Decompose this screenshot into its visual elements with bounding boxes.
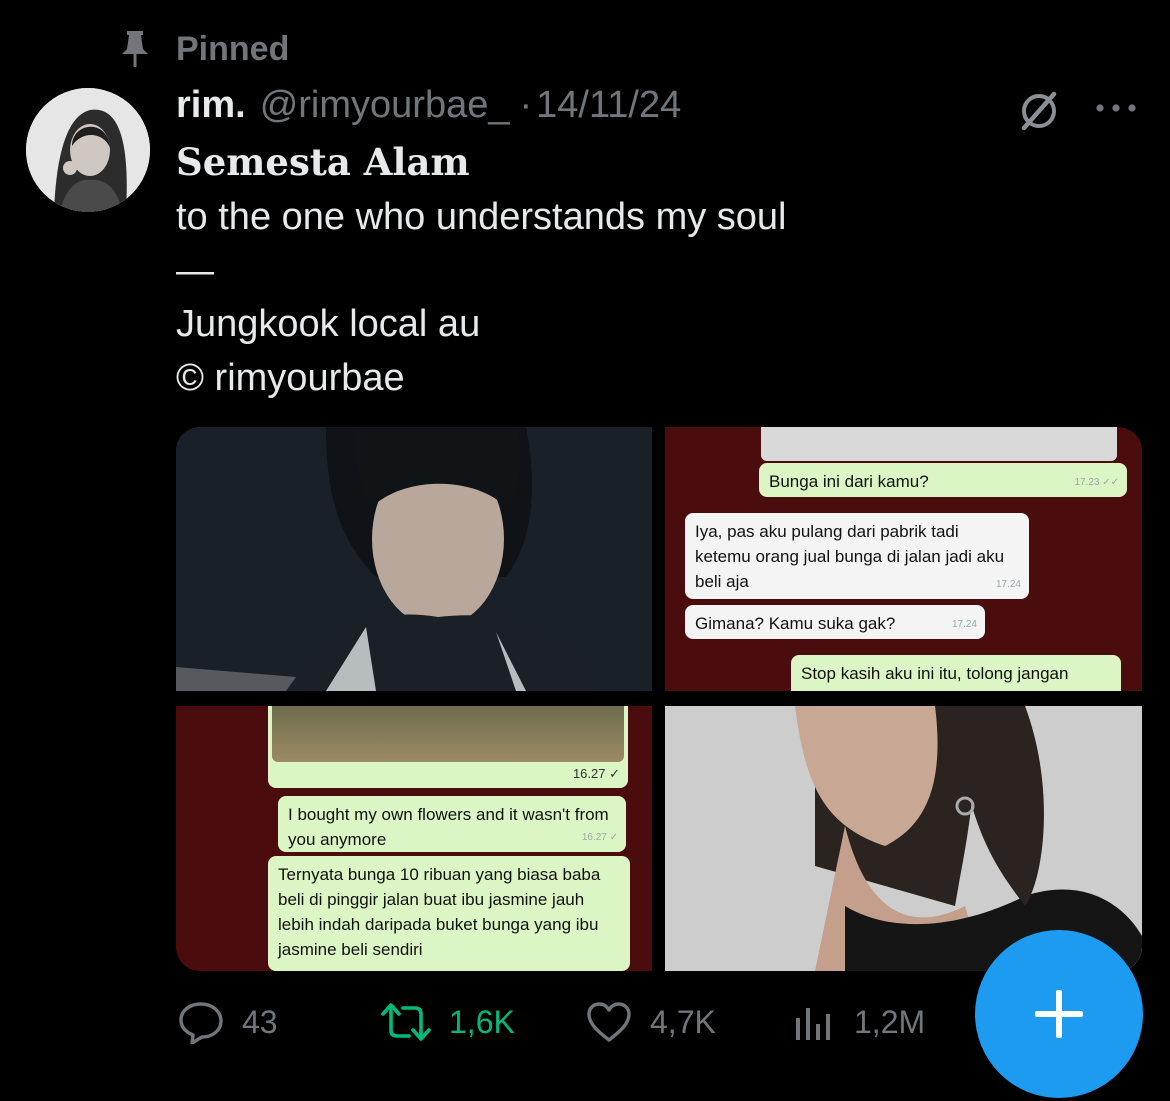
pin-icon [122, 31, 148, 67]
chat-bubble-incoming: Gimana? Kamu suka gak? 17.24 [685, 605, 985, 639]
chat-timestamp: 17.24 [995, 579, 1021, 590]
tweet-line: © rimyourbae [176, 357, 405, 399]
compose-button[interactable] [975, 930, 1143, 1098]
grok-icon[interactable] [1016, 88, 1062, 134]
like-button[interactable]: 4,7K [586, 1000, 716, 1044]
avatar[interactable] [26, 88, 150, 212]
media-chat-screenshot[interactable]: Bunga ini dari kamu? 17.23 ✓✓ Iya, pas a… [665, 427, 1142, 691]
chat-message: Bunga ini dari kamu? [769, 472, 929, 491]
flower-photo [272, 706, 624, 762]
chat-bubble-outgoing: Ternyata bunga 10 ribuan yang biasa baba… [268, 856, 630, 971]
retweet-button[interactable]: 1,6K [381, 1000, 515, 1044]
chat-message: I bought my own flowers and it wasn't fr… [288, 805, 609, 849]
plus-icon [1035, 990, 1083, 1038]
separator-dot: · [519, 84, 533, 126]
pinned-indicator: Pinned [118, 26, 289, 72]
chat-image-bubble: 16.27 ✓ [268, 706, 628, 788]
media-photo-man[interactable] [176, 427, 652, 691]
pinned-label: Pinned [176, 29, 290, 68]
like-count: 4,7K [650, 1003, 716, 1040]
tweet-header: rim. @rimyourbae_ · 14/11/24 [176, 84, 681, 132]
tweet-line: — [176, 250, 214, 292]
chat-message: Stop kasih aku ini itu, tolong jangan [801, 664, 1069, 683]
avatar-image [26, 88, 150, 212]
chat-timestamp: 16.27 ✓ [581, 832, 618, 843]
views-count: 1,2M [854, 1003, 926, 1040]
media-grid: Bunga ini dari kamu? 17.23 ✓✓ Iya, pas a… [176, 427, 1142, 971]
user-handle[interactable]: @rimyourbae_ [260, 84, 510, 127]
chat-message: Ternyata bunga 10 ribuan yang biasa baba… [278, 865, 601, 959]
tweet-line: to the one who understands my soul [176, 196, 787, 238]
tweet-date[interactable]: 14/11/24 [536, 84, 681, 127]
tweet-line: Jungkook local au [176, 303, 481, 345]
reply-count: 43 [242, 1003, 278, 1040]
chat-image-preview [761, 427, 1117, 461]
chat-timestamp: 17.24 [951, 619, 977, 630]
chat-timestamp: 17.23 ✓✓ [1074, 477, 1119, 488]
media-chat-screenshot[interactable]: 16.27 ✓ I bought my own flowers and it w… [176, 706, 652, 971]
chat-timestamp: 16.27 ✓ [572, 766, 620, 781]
photo-illustration [176, 427, 652, 691]
retweet-icon [381, 1003, 431, 1041]
reply-button[interactable]: 43 [178, 1000, 278, 1044]
display-name[interactable]: rim. [176, 84, 246, 127]
heart-icon [587, 1002, 631, 1042]
more-options-icon[interactable] [1094, 98, 1138, 118]
chat-bubble-outgoing: I bought my own flowers and it wasn't fr… [278, 796, 626, 852]
chat-bubble-outgoing: Stop kasih aku ini itu, tolong jangan [791, 655, 1121, 691]
views-button[interactable]: 1,2M [794, 1000, 925, 1044]
retweet-count: 1,6K [449, 1003, 515, 1040]
chat-bubble-outgoing: Bunga ini dari kamu? 17.23 ✓✓ [759, 463, 1127, 497]
chat-message: Iya, pas aku pulang dari pabrik tadi ket… [695, 522, 1005, 591]
chat-bubble-incoming: Iya, pas aku pulang dari pabrik tadi ket… [685, 513, 1029, 599]
chat-message: Gimana? Kamu suka gak? [695, 614, 896, 633]
tweet-title: Semesta Alam [176, 140, 470, 184]
views-icon [796, 1008, 830, 1040]
reply-icon [179, 1002, 223, 1044]
